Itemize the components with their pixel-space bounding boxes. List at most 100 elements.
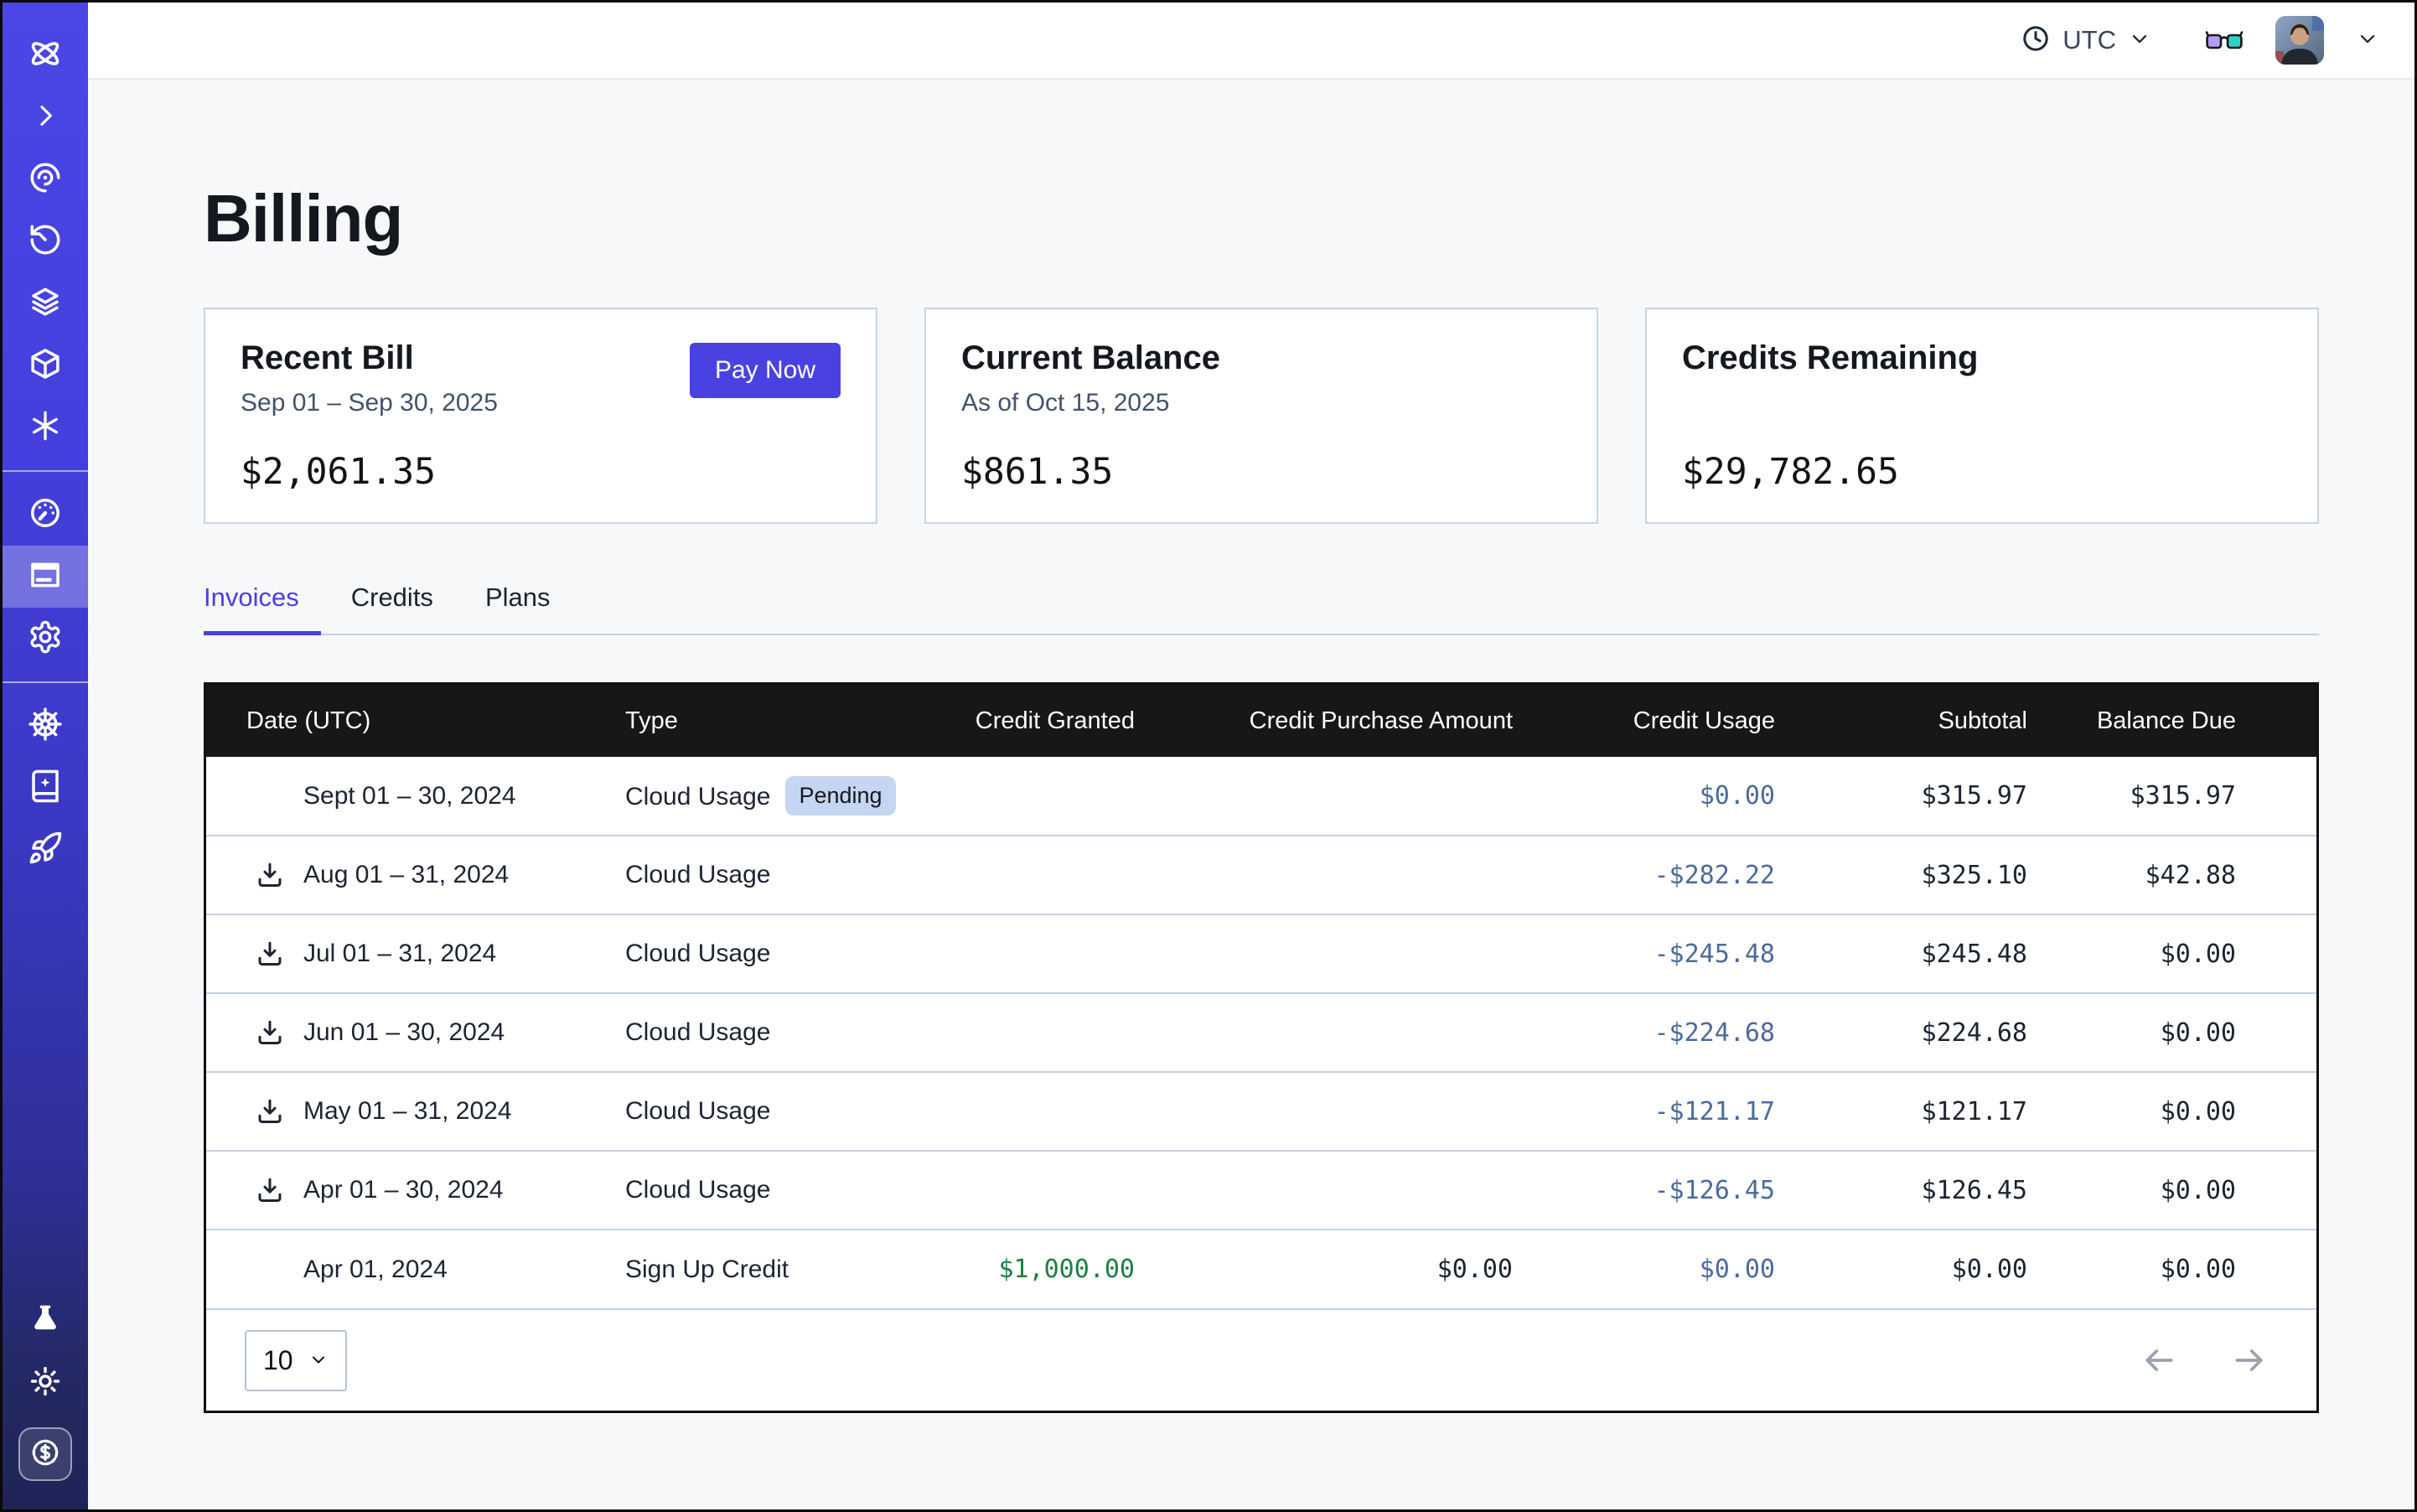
- invoice-type: Cloud Usage: [625, 861, 770, 888]
- credit-usage-value: -$224.68: [1513, 993, 1775, 1072]
- user-menu-toggle[interactable]: [2356, 27, 2379, 54]
- balance-due-value: $0.00: [2027, 1072, 2316, 1151]
- page-size-select[interactable]: 10: [245, 1330, 347, 1391]
- balance-due-value: $42.88: [2027, 836, 2316, 914]
- table-row: Apr 01, 2024 Sign Up Credit $1,000.00 $0…: [206, 1230, 2316, 1308]
- asterisk-icon: [28, 409, 62, 447]
- card-subtitle: Sep 01 – Sep 30, 2025: [241, 389, 498, 421]
- credit-purchase-value: [1135, 836, 1513, 914]
- orbit-logo-icon: [27, 35, 64, 76]
- download-invoice-button[interactable]: [255, 860, 303, 890]
- invoice-date: Apr 01, 2024: [303, 1256, 448, 1284]
- table-row: Jul 01 – 31, 2024 Cloud Usage -$245.48 $…: [206, 914, 2316, 993]
- app-window: UTC: [0, 0, 2417, 1512]
- sidebar-item-fleet[interactable]: [3, 695, 88, 757]
- current-balance-card: Current Balance As of Oct 15, 2025 $861.…: [924, 308, 1598, 524]
- dollar-seal-icon: [28, 1436, 62, 1473]
- summary-cards: Recent Bill Sep 01 – Sep 30, 2025 Pay No…: [204, 308, 2319, 524]
- pagination: 10: [206, 1308, 2316, 1411]
- sidebar-item-deploy[interactable]: [3, 819, 88, 881]
- pay-now-button[interactable]: Pay Now: [690, 343, 841, 398]
- download-invoice-button[interactable]: [255, 1096, 303, 1126]
- credit-granted-value: [927, 836, 1135, 914]
- col-credit-purchase: Credit Purchase Amount: [1135, 685, 1513, 757]
- sidebar-item-labs[interactable]: [3, 1290, 88, 1352]
- balance-due-value: $0.00: [2027, 1230, 2316, 1308]
- invoice-date: Sept 01 – 30, 2024: [303, 782, 516, 810]
- balance-due-value: $0.00: [2027, 1151, 2316, 1230]
- sidebar-item-settings[interactable]: [3, 608, 88, 670]
- invoice-type: Sign Up Credit: [625, 1256, 789, 1283]
- sidebar-divider: [3, 681, 88, 683]
- rocket-icon: [28, 831, 63, 870]
- table-row: Jun 01 – 30, 2024 Cloud Usage -$224.68 $…: [206, 993, 2316, 1072]
- invoice-date: Jun 01 – 30, 2024: [303, 1018, 505, 1047]
- credits-remaining-card: Credits Remaining $29,782.65: [1645, 308, 2319, 524]
- flask-icon: [28, 1302, 62, 1340]
- chevron-right-icon: [29, 100, 61, 136]
- sidebar-item-functions[interactable]: [3, 396, 88, 458]
- avatar[interactable]: [2275, 16, 2324, 65]
- credit-purchase-value: $0.00: [1135, 1230, 1513, 1308]
- next-page-button[interactable]: [2231, 1342, 2268, 1379]
- card-amount: $861.35: [961, 451, 1561, 493]
- history-timer-icon: [28, 222, 63, 261]
- credit-usage-value: -$126.45: [1513, 1151, 1775, 1230]
- invoice-date: Aug 01 – 31, 2024: [303, 861, 509, 889]
- credit-purchase-value: [1135, 1072, 1513, 1151]
- invoice-date: May 01 – 31, 2024: [303, 1097, 512, 1126]
- invoice-type: Cloud Usage: [625, 783, 770, 810]
- subtotal-value: $315.97: [1775, 757, 2027, 836]
- tab-credits[interactable]: Credits: [351, 583, 455, 635]
- card-title: Recent Bill: [241, 339, 498, 377]
- sidebar-collapse-toggle[interactable]: [3, 86, 88, 148]
- app-logo[interactable]: [3, 24, 88, 86]
- credit-granted-value: [927, 1072, 1135, 1151]
- page-title: Billing: [204, 180, 2319, 257]
- subtotal-value: $121.17: [1775, 1072, 2027, 1151]
- tab-plans[interactable]: Plans: [485, 583, 572, 635]
- sidebar-item-monitoring[interactable]: [3, 148, 88, 210]
- prev-page-button[interactable]: [2140, 1342, 2177, 1379]
- card-title: Current Balance: [961, 339, 1220, 377]
- glasses-icon[interactable]: [2205, 25, 2244, 55]
- sidebar-item-credits-reward[interactable]: [18, 1427, 72, 1481]
- download-invoice-button[interactable]: [255, 1017, 303, 1048]
- cube-icon: [28, 346, 63, 386]
- sun-icon: [28, 1364, 63, 1403]
- download-invoice-button[interactable]: [255, 939, 303, 969]
- col-credit-usage: Credit Usage: [1513, 685, 1775, 757]
- table-row: May 01 – 31, 2024 Cloud Usage -$121.17 $…: [206, 1072, 2316, 1151]
- credit-usage-value: -$245.48: [1513, 914, 1775, 993]
- sidebar-divider: [3, 470, 88, 472]
- sidebar-item-packages[interactable]: [3, 334, 88, 396]
- credit-purchase-value: [1135, 1151, 1513, 1230]
- layers-icon: [28, 284, 63, 324]
- card-subtitle: As of Oct 15, 2025: [961, 389, 1220, 421]
- recent-bill-card: Recent Bill Sep 01 – Sep 30, 2025 Pay No…: [204, 308, 877, 524]
- credit-usage-value: $0.00: [1513, 1230, 1775, 1308]
- credit-purchase-value: [1135, 993, 1513, 1072]
- invoice-type: Cloud Usage: [625, 1176, 770, 1204]
- credit-granted-value: [927, 757, 1135, 836]
- credit-usage-value: $0.00: [1513, 757, 1775, 836]
- sidebar-item-history[interactable]: [3, 210, 88, 272]
- main-content: Billing Recent Bill Sep 01 – Sep 30, 202…: [88, 81, 2414, 1509]
- download-invoice-button[interactable]: [255, 1175, 303, 1205]
- table-row: Sept 01 – 30, 2024 Cloud UsagePending $0…: [206, 757, 2316, 836]
- sidebar: [3, 3, 88, 1509]
- invoice-type: Cloud Usage: [625, 940, 770, 967]
- credit-purchase-value: [1135, 914, 1513, 993]
- theme-toggle[interactable]: [3, 1352, 88, 1414]
- credit-granted-value: [927, 914, 1135, 993]
- subtotal-value: $126.45: [1775, 1151, 2027, 1230]
- tab-invoices[interactable]: Invoices: [204, 583, 321, 635]
- credit-usage-value: -$282.22: [1513, 836, 1775, 914]
- col-credit-granted: Credit Granted: [927, 685, 1135, 757]
- sidebar-item-layers[interactable]: [3, 272, 88, 334]
- sidebar-item-docs[interactable]: [3, 757, 88, 819]
- col-type: Type: [625, 685, 927, 757]
- timezone-selector[interactable]: UTC: [2021, 23, 2151, 58]
- sidebar-item-usage[interactable]: [3, 484, 88, 546]
- sidebar-item-billing[interactable]: [3, 546, 88, 608]
